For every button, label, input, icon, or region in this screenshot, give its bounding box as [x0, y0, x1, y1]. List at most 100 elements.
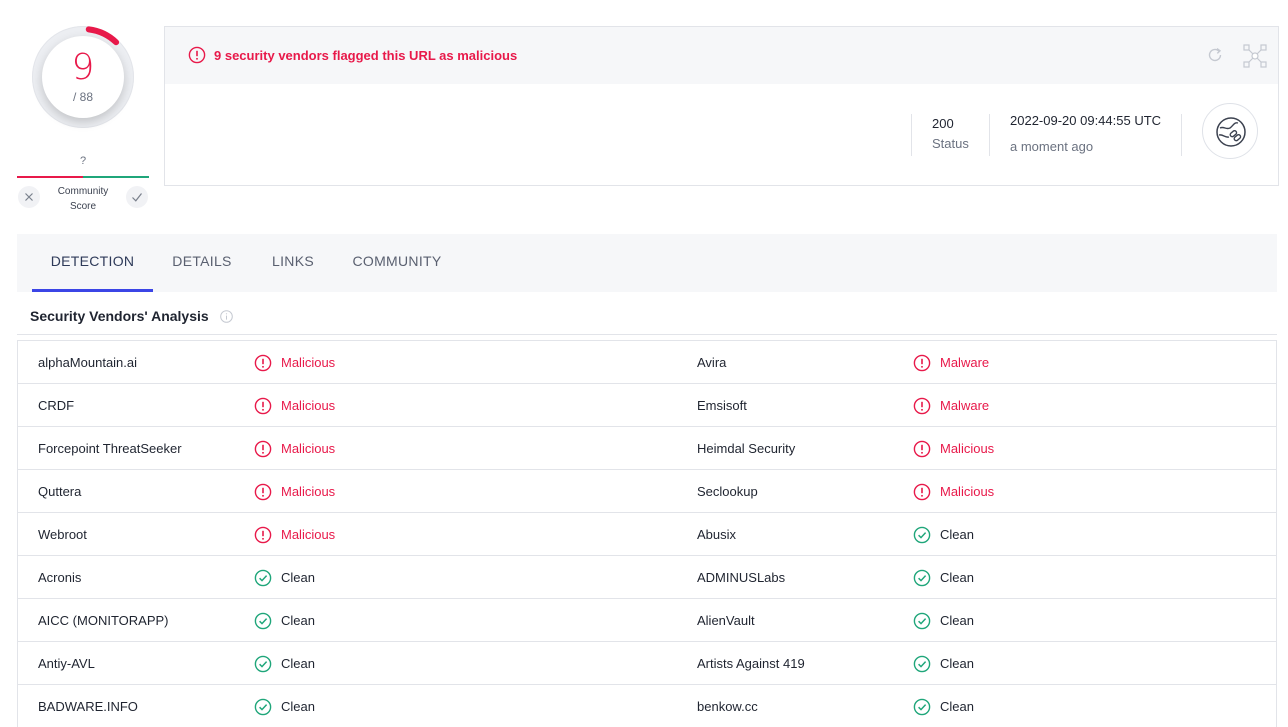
vendor-verdict: Malicious	[913, 470, 994, 513]
check-circle-icon	[254, 698, 272, 715]
info-icon[interactable]	[220, 310, 233, 323]
verdict-label: Malicious	[281, 441, 336, 456]
table-row: Acronis Clean ADMINUSLabs Clean	[18, 556, 1276, 599]
section-divider	[17, 334, 1277, 335]
tab-detection[interactable]: DETECTION	[32, 234, 153, 292]
score-center: 9 / 88	[42, 36, 124, 118]
alert-circle-icon	[913, 397, 931, 414]
vendor-name: Quttera	[38, 484, 82, 499]
table-row: alphaMountain.ai Malicious Avira Malware	[18, 341, 1276, 384]
vendor-name: Avira	[697, 355, 727, 370]
vendor-name: Emsisoft	[697, 398, 747, 413]
verdict-label: Malicious	[281, 484, 336, 499]
vendor-verdict: Clean	[254, 685, 315, 727]
vendor-verdict: Malicious	[254, 470, 335, 513]
verdict-label: Clean	[940, 527, 974, 542]
verdict-label: Clean	[940, 570, 974, 585]
check-circle-icon	[913, 569, 931, 586]
alert-circle-icon	[254, 526, 272, 543]
check-circle-icon	[254, 655, 272, 672]
vote-harmless-up-button[interactable]	[126, 186, 148, 208]
vendor-name: Antiy-AVL	[38, 656, 95, 671]
vendor-name: Seclookup	[697, 484, 758, 499]
verdict-label: Malicious	[940, 441, 995, 456]
detection-count: 9	[71, 47, 95, 88]
vendor-verdict: Malicious	[254, 341, 335, 384]
report-tabs: DETECTION DETAILS LINKS COMMUNITY	[17, 234, 1277, 292]
vendor-name: BADWARE.INFO	[38, 699, 138, 714]
http-status-code: 200	[932, 116, 954, 131]
vendor-name: Forcepoint ThreatSeeker	[38, 441, 182, 456]
check-circle-icon	[913, 655, 931, 672]
summary-alert-bar: 9 security vendors flagged this URL as m…	[165, 27, 1278, 84]
verdict-label: Clean	[281, 656, 315, 671]
check-circle-icon	[913, 612, 931, 629]
vendor-verdict: Clean	[913, 556, 974, 599]
vendor-name: ADMINUSLabs	[697, 570, 786, 585]
tab-links[interactable]: LINKS	[263, 234, 323, 292]
community-score-bar	[17, 176, 149, 178]
close-icon	[25, 193, 33, 201]
vendor-verdict: Clean	[913, 642, 974, 685]
vendor-name: Webroot	[38, 527, 87, 542]
globe-link-icon	[1216, 117, 1246, 147]
verdict-label: Clean	[940, 656, 974, 671]
http-status-label: Status	[932, 136, 969, 151]
alert-circle-icon	[254, 354, 272, 371]
check-circle-icon	[913, 526, 931, 543]
verdict-label: Malware	[940, 355, 990, 370]
verdict-label: Malicious	[940, 484, 995, 499]
check-circle-icon	[913, 698, 931, 715]
vendor-name: Heimdal Security	[697, 441, 796, 456]
table-row: AICC (MONITORAPP) Clean AlienVault Clean	[18, 599, 1276, 642]
alert-text: 9 security vendors flagged this URL as m…	[214, 47, 518, 63]
malicious-alert: 9 security vendors flagged this URL as m…	[188, 46, 517, 64]
verdict-label: Clean	[281, 613, 315, 628]
check-circle-icon	[254, 612, 272, 629]
vendor-verdict: Clean	[913, 513, 974, 556]
table-row: CRDF Malicious Emsisoft Malware	[18, 384, 1276, 427]
vendor-verdict: Malware	[913, 384, 989, 427]
vendor-verdict: Malware	[913, 341, 989, 384]
stat-divider	[1181, 114, 1182, 156]
verdict-label: Malicious	[281, 355, 336, 370]
table-row: Forcepoint ThreatSeeker Malicious Heimdal …	[18, 427, 1276, 470]
engine-total: / 88	[72, 90, 93, 104]
community-score-value: ?	[79, 155, 87, 167]
vote-harmless-down-button[interactable]	[18, 186, 40, 208]
vendor-verdict: Malicious	[254, 384, 335, 427]
vendor-name: AlienVault	[697, 613, 755, 628]
verdict-label: Malware	[940, 398, 990, 413]
alert-circle-icon	[913, 483, 931, 500]
vendor-verdict: Clean	[254, 599, 315, 642]
alert-circle-icon	[254, 483, 272, 500]
alert-circle-icon	[254, 440, 272, 457]
graph-icon[interactable]	[1243, 44, 1267, 68]
vendor-name: alphaMountain.ai	[38, 355, 138, 370]
analysis-relative-time: a moment ago	[1010, 139, 1094, 154]
detection-score-gauge: 9 / 88	[32, 26, 134, 128]
alert-circle-icon	[254, 397, 272, 414]
tab-details[interactable]: DETAILS	[163, 234, 241, 292]
alert-circle-icon	[913, 354, 931, 371]
verdict-label: Malicious	[281, 527, 336, 542]
reanalyze-icon[interactable]	[1205, 45, 1225, 65]
vendor-verdict: Clean	[254, 642, 315, 685]
verdict-label: Clean	[940, 699, 974, 714]
alert-circle-icon	[188, 46, 206, 64]
vendor-name: AICC (MONITORAPP)	[38, 613, 169, 628]
verdict-label: Malicious	[281, 398, 336, 413]
vendor-verdict: Clean	[254, 556, 315, 599]
vendor-verdict: Malicious	[254, 427, 335, 470]
check-icon	[132, 193, 142, 202]
vendor-name: CRDF	[38, 398, 75, 413]
vendor-verdict: Clean	[913, 685, 974, 727]
analysis-date: 2022-09-20 09:44:55 UTC	[1010, 113, 1162, 128]
summary-card: 9 security vendors flagged this URL as m…	[164, 26, 1279, 186]
table-row: Antiy-AVL Clean Artists Against 419 Clean	[18, 642, 1276, 685]
tab-community[interactable]: COMMUNITY	[345, 234, 449, 292]
community-score: ? Community Score	[17, 150, 149, 215]
stat-divider	[911, 114, 912, 156]
table-row: Webroot Malicious Abusix Clean	[18, 513, 1276, 556]
verdict-label: Clean	[281, 699, 315, 714]
